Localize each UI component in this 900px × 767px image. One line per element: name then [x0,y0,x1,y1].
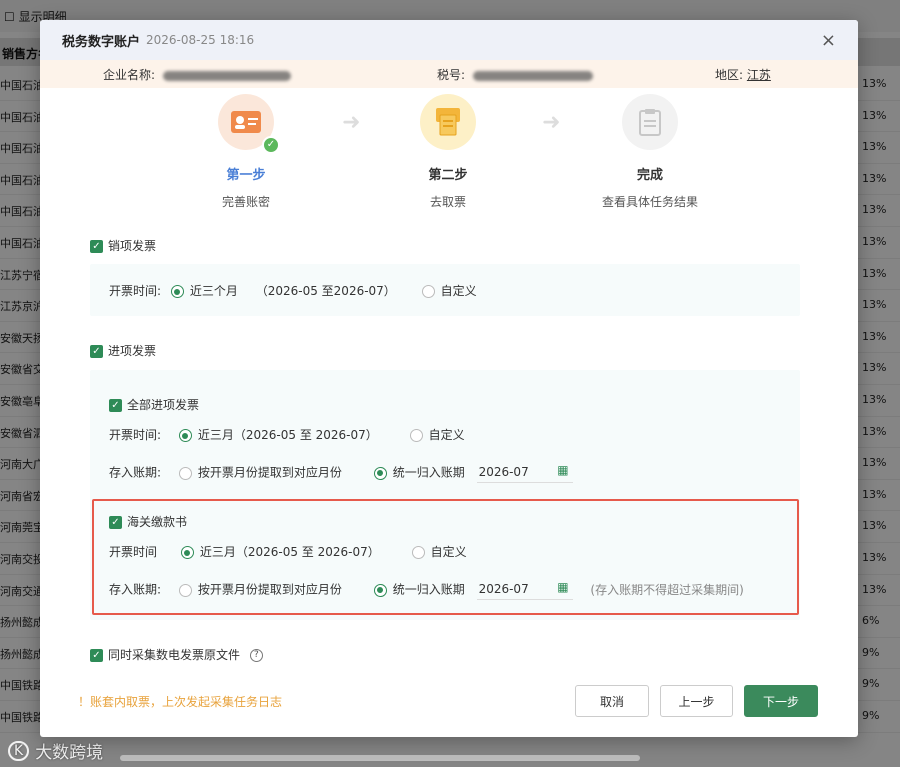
customs-by-month-label: 按开票月份提取到对应月份 [197,582,342,597]
all-purchase-label: 全部进项发票 [127,398,200,412]
sales-invoice-checkbox[interactable]: ✓ 销项发票 [90,237,156,254]
dialog-header: 税务数字账户 2026-08-25 18:16 [40,20,858,60]
customs-period-value: 2026-07 [478,582,529,596]
customs-unified-label: 统一归入账期 [392,582,465,597]
purchase-invoice-label: 进项发票 [108,344,157,358]
step-2-desc: 去取票 [429,195,466,209]
customs-time-label: 开票时间 [109,545,158,559]
customs-time-row: 开票时间 近三月（2026-05 至 2026-07） 自定义 [109,543,467,560]
all-recent-label: 近三月（2026-05 至 2026-07） [197,428,378,442]
customs-period-date-field[interactable]: 2026-07 ▦ [476,580,573,600]
all-period-row: 存入账期: 按开票月份提取到对应月份 统一归入账期 2026-07 ▦ [109,463,573,483]
region-value[interactable]: 江苏 [747,68,771,82]
company-name-redacted [162,70,291,81]
id-card-icon: ✓ [218,94,280,154]
checkbox-checked-icon[interactable]: ✓ [90,649,103,662]
all-custom-radio[interactable] [409,429,423,442]
watermark: K 大数跨境 [8,738,103,763]
collect-files-checkbox[interactable]: ✓ 同时采集数电发票原文件 ? [90,646,263,663]
sales-custom-radio[interactable] [421,285,435,298]
customs-recent-label: 近三月（2026-05 至 2026-07） [199,545,380,559]
customs-by-month-radio[interactable] [178,583,192,597]
all-unified-label: 统一归入账期 [392,465,465,480]
all-by-month-label: 按开票月份提取到对应月份 [197,465,342,480]
arrow-right-icon: ➜ [342,110,361,135]
step-1-name: 第一步 [226,168,266,183]
sales-time-row: 开票时间: 近三个月 （2026-05 至2026-07） 自定义 [109,282,477,299]
all-period-value: 2026-07 [478,465,529,479]
tax-number: 税号: [437,66,593,83]
all-time-row: 开票时间: 近三月（2026-05 至 2026-07） 自定义 [109,426,465,443]
dialog-title: 税务数字账户 [62,34,141,50]
tax-account-dialog: 税务数字账户 2026-08-25 18:16 × 企业名称: 税号: 地区: … [40,20,858,737]
region-label: 地区: [715,68,744,82]
step-1-desc: 完善账密 [221,195,270,209]
checkbox-checked-icon[interactable]: ✓ [109,516,122,529]
cancel-button[interactable]: 取消 [575,685,649,717]
collect-files-label: 同时采集数电发票原文件 [108,648,241,662]
ticket-machine-icon [420,94,476,150]
sales-recent-radio[interactable] [170,285,184,298]
sales-recent-label: 近三个月 [189,284,238,298]
watermark-text: 大数跨境 [35,743,104,763]
all-period-date-field[interactable]: 2026-07 ▦ [476,463,573,483]
all-period-label: 存入账期: [109,465,162,480]
task-log-link[interactable]: ！账套内取票，上次发起采集任务日志 [78,693,282,710]
check-icon: ✓ [262,136,280,154]
step-3-desc: 查看具体任务结果 [601,195,698,209]
dialog-time: 2026-08-25 18:16 [146,33,255,47]
checkbox-checked-icon[interactable]: ✓ [90,345,103,358]
all-recent-radio[interactable] [178,429,192,442]
close-icon[interactable]: × [821,30,836,51]
help-icon[interactable]: ? [249,649,263,662]
all-purchase-checkbox[interactable]: ✓ 全部进项发票 [109,396,199,413]
company-name: 企业名称: [103,66,291,83]
calendar-icon[interactable]: ▦ [557,580,568,594]
sales-invoice-label: 销项发票 [108,239,157,253]
horizontal-scrollbar[interactable] [120,755,640,761]
prev-step-button[interactable]: 上一步 [660,685,733,717]
region: 地区: 江苏 [715,66,771,83]
calendar-icon[interactable]: ▦ [557,463,568,477]
checkbox-checked-icon[interactable]: ✓ [90,240,103,253]
watermark-logo: K [8,740,30,761]
customs-checkbox[interactable]: ✓ 海关缴款书 [109,513,187,530]
next-step-button[interactable]: 下一步 [744,685,818,717]
sales-range-label: （2026-05 至2026-07） [255,284,396,298]
sales-time-label: 开票时间: [109,284,162,298]
customs-unified-radio[interactable] [373,583,387,597]
step-2: 第二步 去取票 [388,94,508,210]
customs-custom-radio[interactable] [411,546,425,559]
step-3: 完成 查看具体任务结果 [590,94,710,210]
tax-label: 税号: [437,68,466,82]
customs-recent-radio[interactable] [180,546,194,559]
all-custom-label: 自定义 [428,428,465,442]
customs-period-row: 存入账期: 按开票月份提取到对应月份 统一归入账期 2026-07 ▦ (存入账… [109,580,744,600]
step-2-name: 第二步 [428,168,468,183]
customs-period-label: 存入账期: [109,582,162,597]
customs-period-hint: (存入账期不得超过采集期间) [590,582,744,597]
all-unified-radio[interactable] [373,466,387,480]
all-time-label: 开票时间: [109,428,162,442]
sales-custom-label: 自定义 [440,284,477,298]
checkbox-checked-icon[interactable]: ✓ [109,399,122,412]
customs-custom-label: 自定义 [430,545,467,559]
clipboard-icon [622,94,678,150]
step-3-name: 完成 [636,168,663,183]
step-1: ✓ 第一步 完善账密 [186,94,306,210]
arrow-right-icon: ➜ [542,110,561,135]
all-by-month-radio[interactable] [178,466,192,480]
tax-number-redacted [472,70,593,81]
company-label: 企业名称: [103,68,156,82]
purchase-invoice-checkbox[interactable]: ✓ 进项发票 [90,342,156,359]
customs-label: 海关缴款书 [127,515,188,529]
